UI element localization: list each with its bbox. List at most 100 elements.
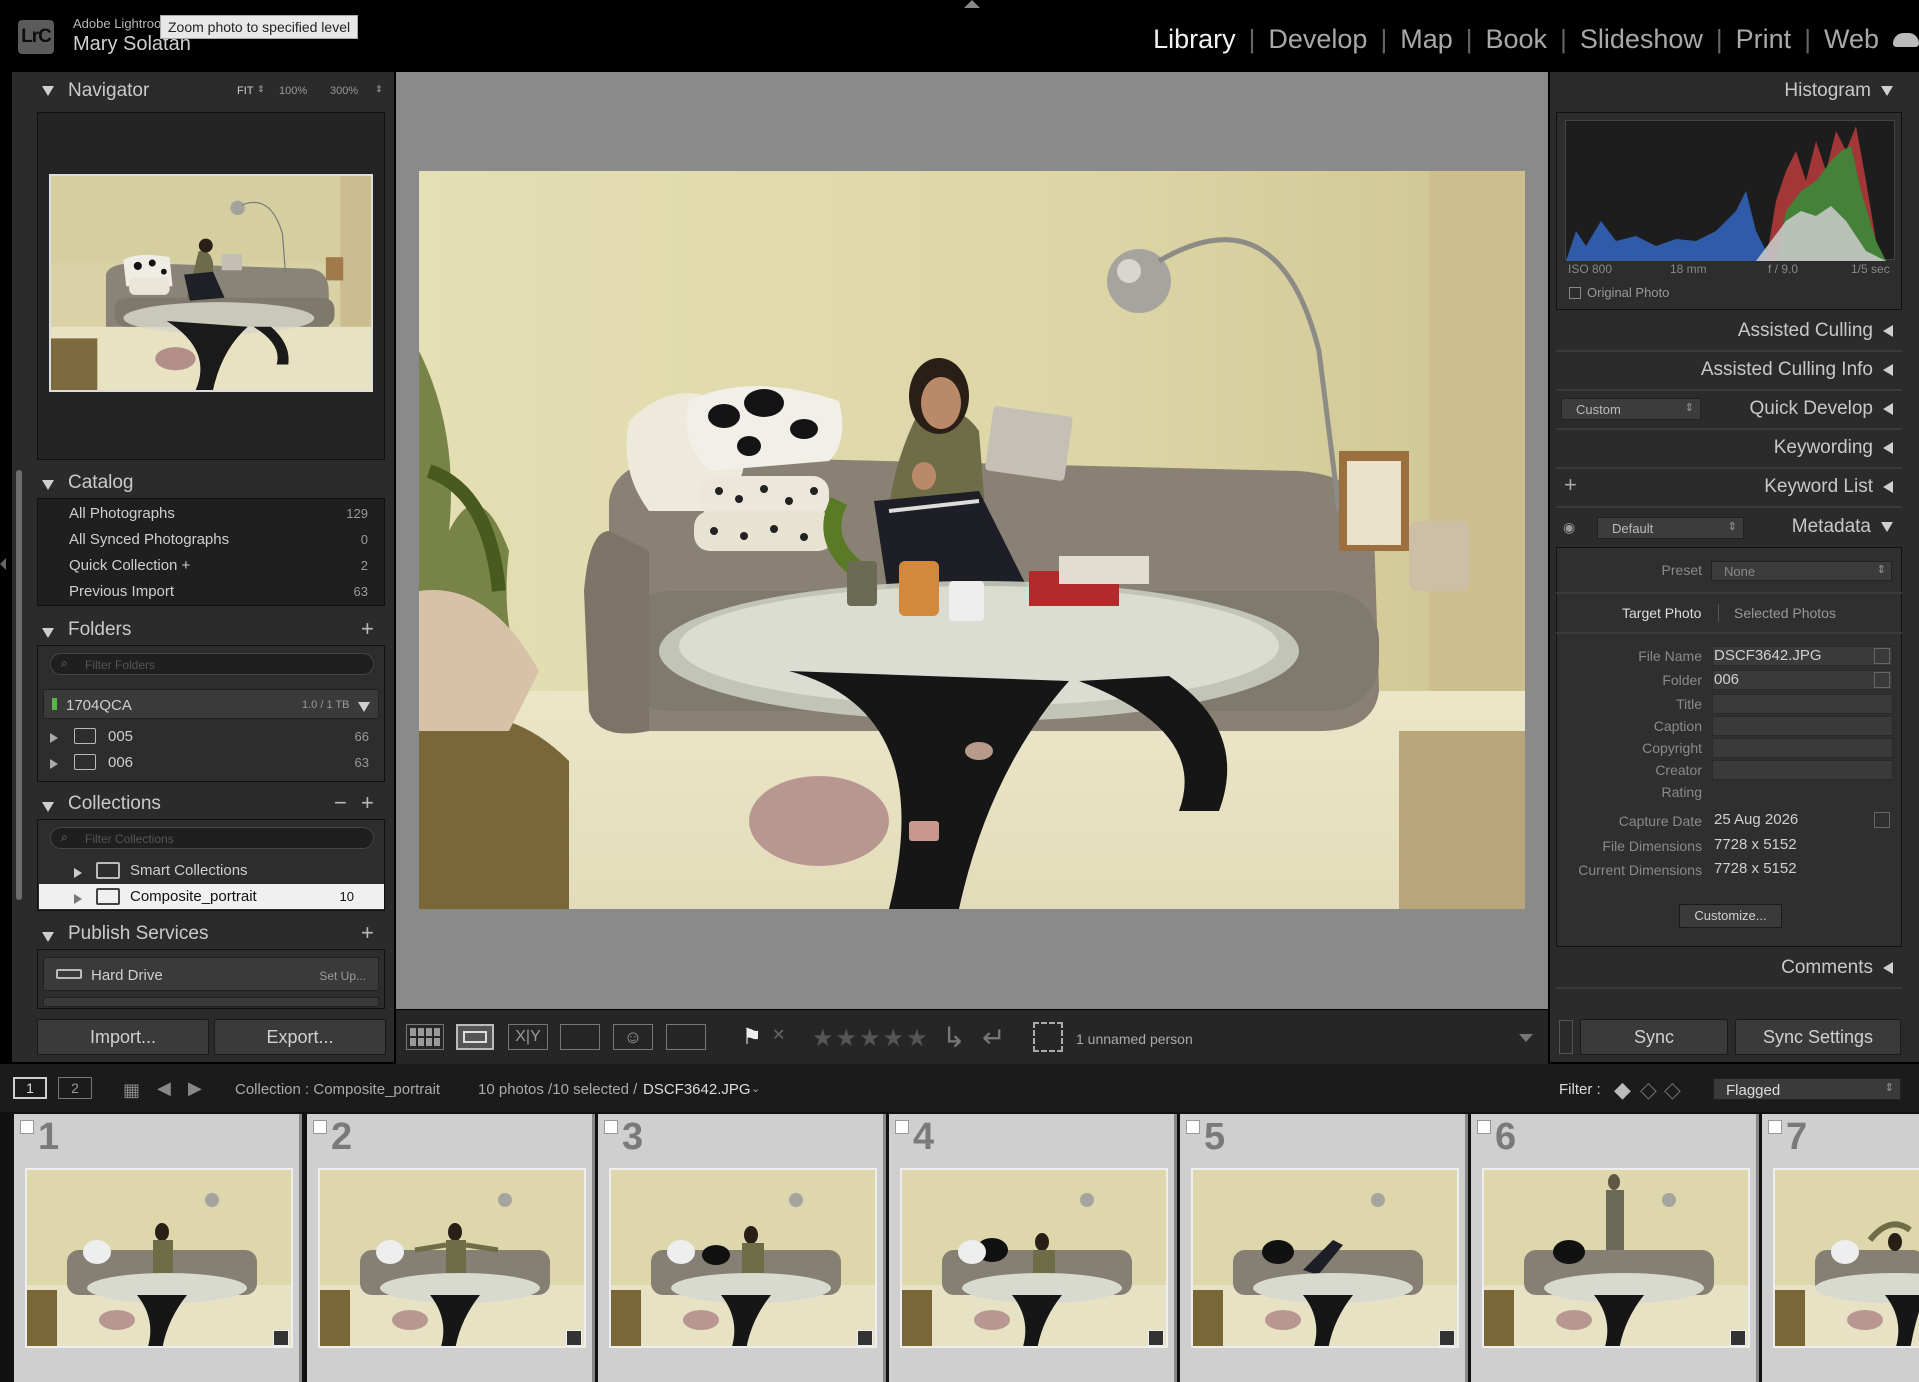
current-file-chevron-icon[interactable]: ⌄	[751, 1082, 760, 1095]
top-panel-toggle-icon[interactable]	[964, 0, 980, 8]
catalog-item[interactable]: All Photographs 129	[38, 500, 384, 526]
module-map[interactable]: Map	[1400, 24, 1453, 55]
metadata-header[interactable]: Metadata	[1792, 516, 1893, 538]
auto-sync-switch[interactable]	[1559, 1020, 1573, 1054]
star-rating-icon[interactable]: ★★★★★	[812, 1024, 930, 1053]
toolbar-options-chevron-icon[interactable]	[1519, 1034, 1533, 1042]
cell-flag-icon[interactable]	[1186, 1120, 1200, 1134]
add-collection-icon[interactable]: +	[361, 790, 374, 816]
secondary-window-button[interactable]: 2	[58, 1077, 92, 1099]
folder-row[interactable]: 005 66	[43, 723, 379, 749]
catalog-item[interactable]: All Synced Photographs 0	[38, 526, 384, 552]
people-view-icon[interactable]: ☺	[613, 1024, 653, 1050]
zoom-level-chevron-icon[interactable]: ⇕	[375, 84, 383, 95]
filmstrip-cell[interactable]: 4	[889, 1114, 1177, 1382]
histogram-header[interactable]: Histogram	[1784, 80, 1893, 102]
rotate-right-icon[interactable]: ↵	[982, 1021, 1005, 1054]
keyword-list-expand-icon[interactable]	[1883, 481, 1893, 493]
file-name-action-icon[interactable]	[1874, 648, 1890, 664]
hard-drive-publish-row[interactable]: Hard Drive Set Up...	[43, 957, 379, 991]
face-region-icon[interactable]	[1033, 1022, 1063, 1052]
quick-develop-expand-icon[interactable]	[1883, 403, 1893, 415]
copyright-field[interactable]	[1712, 738, 1893, 758]
survey-view-icon[interactable]	[560, 1024, 600, 1050]
compare-view-icon[interactable]: X|Y	[508, 1024, 548, 1050]
volume-row[interactable]: 1704QCA 1.0 / 1 TB	[43, 689, 379, 719]
creator-field[interactable]	[1712, 760, 1893, 780]
customize-button[interactable]: Customize...	[1679, 904, 1782, 928]
navigator-preview-image[interactable]	[49, 174, 373, 392]
collections-collapse-icon[interactable]	[42, 799, 54, 817]
eye-icon[interactable]: ◉	[1563, 519, 1575, 536]
collection-row-selected[interactable]: Composite_portrait 10	[39, 884, 384, 909]
module-print[interactable]: Print	[1736, 24, 1792, 55]
sync-button[interactable]: Sync	[1580, 1019, 1728, 1055]
volume-expand-icon[interactable]	[358, 699, 370, 717]
filter-preset-select[interactable]: Flagged ⇕	[1713, 1078, 1901, 1100]
metadata-preset-select[interactable]: None ⇕	[1711, 561, 1892, 581]
filmstrip-thumbnail[interactable]	[1773, 1168, 1919, 1348]
cell-flag-icon[interactable]	[604, 1120, 618, 1134]
quick-develop-preset-select[interactable]: Custom ⇕	[1561, 398, 1701, 420]
comments-header[interactable]: Comments	[1781, 957, 1893, 979]
import-button[interactable]: Import...	[37, 1019, 209, 1055]
tab-selected-photos[interactable]: Selected Photos	[1734, 605, 1836, 621]
collection-expand-icon[interactable]	[74, 891, 82, 909]
filmstrip-thumbnail[interactable]	[900, 1168, 1168, 1348]
filmstrip-thumbnail[interactable]	[1482, 1168, 1750, 1348]
add-keyword-icon[interactable]: +	[1564, 472, 1577, 498]
rating-field[interactable]	[1712, 782, 1893, 802]
tab-target-photo[interactable]: Target Photo	[1622, 605, 1701, 621]
filmstrip-cell[interactable]: 7	[1762, 1114, 1919, 1382]
quick-develop-header[interactable]: Quick Develop	[1749, 398, 1893, 420]
cell-flag-icon[interactable]	[1477, 1120, 1491, 1134]
folder-expand-icon[interactable]	[50, 756, 58, 774]
collection-row[interactable]: Smart Collections	[43, 857, 379, 883]
capture-date-edit-icon[interactable]	[1874, 812, 1890, 828]
flag-pick-icon[interactable]: ⚑	[742, 1024, 762, 1050]
main-window-button[interactable]: 1	[13, 1077, 47, 1099]
rotate-left-icon[interactable]: ↳	[942, 1021, 965, 1054]
zoom-300-option[interactable]: 300%	[330, 85, 358, 97]
cloud-sync-icon[interactable]	[1893, 33, 1919, 47]
folder-filter-input[interactable]: ⌕ Filter Folders	[50, 653, 374, 675]
collection-expand-icon[interactable]	[74, 865, 82, 883]
keywording-expand-icon[interactable]	[1883, 442, 1893, 454]
original-photo-checkbox[interactable]	[1569, 287, 1581, 299]
folder-expand-icon[interactable]	[50, 730, 58, 748]
metadata-collapse-icon[interactable]	[1881, 522, 1893, 532]
assisted-culling-info-expand-icon[interactable]	[1883, 364, 1893, 376]
metadata-set-select[interactable]: Default ⇕	[1597, 517, 1744, 539]
filmstrip-thumbnail[interactable]	[318, 1168, 586, 1348]
cell-flag-icon[interactable]	[313, 1120, 327, 1134]
publish-service-row-partial[interactable]	[43, 997, 379, 1007]
assisted-culling-header[interactable]: Assisted Culling	[1738, 320, 1893, 342]
grid-view-icon[interactable]	[406, 1024, 444, 1050]
collection-filter-input[interactable]: ⌕ Filter Collections	[50, 827, 374, 849]
module-web[interactable]: Web	[1824, 24, 1879, 55]
histogram-collapse-icon[interactable]	[1881, 86, 1893, 96]
folder-field[interactable]	[1712, 670, 1893, 690]
caption-field[interactable]	[1712, 716, 1893, 736]
module-develop[interactable]: Develop	[1268, 24, 1367, 55]
filmstrip-cell[interactable]: 1	[14, 1114, 302, 1382]
main-photo[interactable]	[419, 171, 1525, 909]
publish-collapse-icon[interactable]	[42, 929, 54, 947]
navigator-collapse-icon[interactable]	[42, 83, 54, 101]
loupe-view-icon[interactable]	[456, 1024, 494, 1050]
filmstrip-thumbnail[interactable]	[609, 1168, 877, 1348]
filmstrip-cell[interactable]: 6	[1471, 1114, 1759, 1382]
folder-go-icon[interactable]	[1874, 672, 1890, 688]
module-book[interactable]: Book	[1486, 24, 1548, 55]
sync-settings-button[interactable]: Sync Settings	[1735, 1019, 1901, 1055]
filmstrip-thumbnail[interactable]	[25, 1168, 293, 1348]
keyword-list-header[interactable]: Keyword List	[1764, 476, 1893, 498]
left-panel-toggle-icon[interactable]	[0, 558, 6, 570]
remove-collection-icon[interactable]: −	[334, 790, 347, 816]
filmstrip-thumbnail[interactable]	[1191, 1168, 1459, 1348]
module-slideshow[interactable]: Slideshow	[1580, 24, 1703, 55]
folders-collapse-icon[interactable]	[42, 625, 54, 643]
forward-arrow-icon[interactable]: ▶	[188, 1078, 202, 1099]
back-arrow-icon[interactable]: ◀	[157, 1078, 171, 1099]
zoom-100-option[interactable]: 100%	[279, 85, 307, 97]
